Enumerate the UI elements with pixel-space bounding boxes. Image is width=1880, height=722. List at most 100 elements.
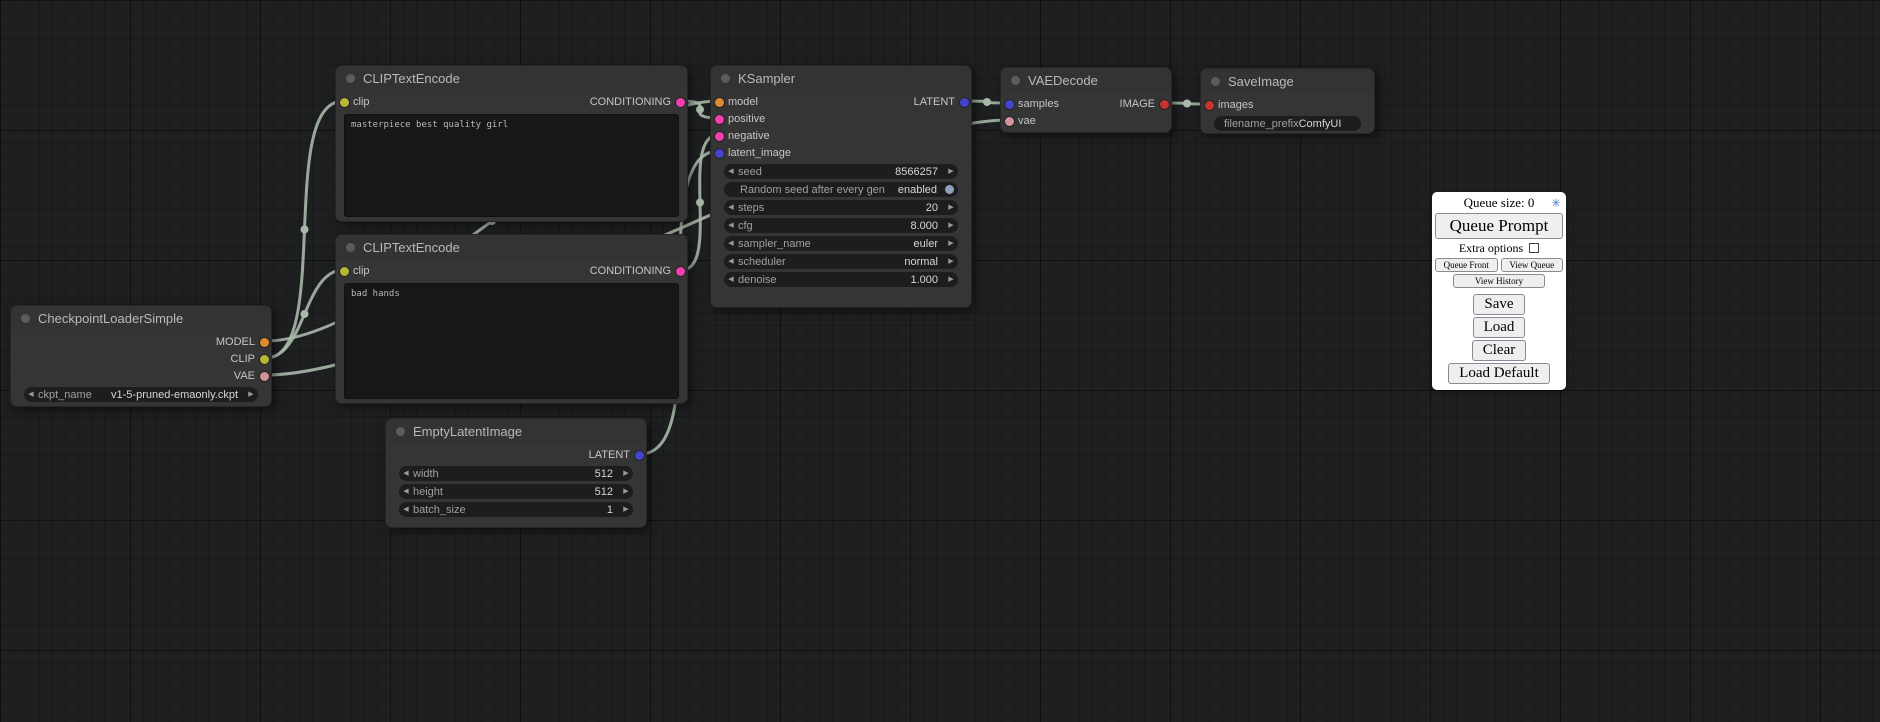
- collapse-toggle-icon[interactable]: [1211, 77, 1220, 86]
- next-value-arrow-icon[interactable]: ▶: [944, 218, 958, 233]
- link-midpoint-dot[interactable]: [983, 98, 991, 106]
- node-titlebar[interactable]: VAEDecode: [1001, 68, 1171, 92]
- node-title: EmptyLatentImage: [413, 424, 522, 439]
- image-output-dot[interactable]: [1160, 100, 1169, 109]
- toggle-indicator-dot[interactable]: [945, 185, 954, 194]
- prev-value-arrow-icon[interactable]: ◀: [24, 387, 38, 402]
- scheduler-widget[interactable]: ◀ scheduler normal ▶: [724, 254, 958, 269]
- extra-options-checkbox[interactable]: [1529, 243, 1539, 253]
- batch-size-widget[interactable]: ◀ batch_size 1 ▶: [399, 502, 633, 517]
- node-title: CLIPTextEncode: [363, 240, 460, 255]
- queue-prompt-button[interactable]: Queue Prompt: [1435, 213, 1563, 239]
- load-button[interactable]: Load: [1473, 317, 1526, 338]
- clear-button[interactable]: Clear: [1472, 340, 1526, 361]
- save-button[interactable]: Save: [1473, 294, 1524, 315]
- node-cliptextencode-negative[interactable]: CLIPTextEncode clip CONDITIONING bad han…: [335, 234, 688, 404]
- ckpt-name-widget[interactable]: ◀ ckpt_name v1-5-pruned-emaonly.ckpt ▶: [24, 387, 258, 402]
- collapse-toggle-icon[interactable]: [21, 314, 30, 323]
- widget-value: 8.000: [910, 220, 938, 232]
- node-titlebar[interactable]: CLIPTextEncode: [336, 66, 687, 90]
- filename-prefix-widget[interactable]: filename_prefix ComfyUI: [1214, 116, 1361, 131]
- prev-value-arrow-icon[interactable]: ◀: [724, 272, 738, 287]
- next-value-arrow-icon[interactable]: ▶: [619, 484, 633, 499]
- next-value-arrow-icon[interactable]: ▶: [944, 272, 958, 287]
- negative-input-dot[interactable]: [715, 132, 724, 141]
- slot-label: images: [1218, 97, 1253, 114]
- clip-input-dot[interactable]: [340, 267, 349, 276]
- width-widget[interactable]: ◀ width 512 ▶: [399, 466, 633, 481]
- conditioning-output-dot[interactable]: [676, 98, 685, 107]
- negative-prompt-textarea[interactable]: bad hands: [344, 283, 679, 399]
- collapse-toggle-icon[interactable]: [1011, 76, 1020, 85]
- height-widget[interactable]: ◀ height 512 ▶: [399, 484, 633, 499]
- latent-output-dot[interactable]: [960, 98, 969, 107]
- collapse-toggle-icon[interactable]: [721, 74, 730, 83]
- view-history-button[interactable]: View History: [1453, 274, 1545, 288]
- link-midpoint-dot[interactable]: [301, 226, 309, 234]
- node-titlebar[interactable]: SaveImage: [1201, 69, 1374, 93]
- prev-value-arrow-icon[interactable]: ◀: [399, 484, 413, 499]
- next-value-arrow-icon[interactable]: ▶: [944, 200, 958, 215]
- latent-output-dot[interactable]: [635, 451, 644, 460]
- prev-value-arrow-icon[interactable]: ◀: [724, 218, 738, 233]
- link-midpoint-dot[interactable]: [301, 310, 309, 318]
- clip-input-dot[interactable]: [340, 98, 349, 107]
- prev-value-arrow-icon[interactable]: ◀: [399, 466, 413, 481]
- node-saveimage[interactable]: SaveImage images filename_prefix ComfyUI: [1200, 68, 1375, 134]
- node-cliptextencode-positive[interactable]: CLIPTextEncode clip CONDITIONING masterp…: [335, 65, 688, 222]
- node-titlebar[interactable]: CLIPTextEncode: [336, 235, 687, 259]
- latent-image-input-dot[interactable]: [715, 149, 724, 158]
- slot-row: clip CONDITIONING: [336, 263, 687, 280]
- widget-label: cfg: [738, 220, 753, 232]
- link-midpoint-dot[interactable]: [1183, 100, 1191, 108]
- prev-value-arrow-icon[interactable]: ◀: [724, 236, 738, 251]
- next-value-arrow-icon[interactable]: ▶: [944, 236, 958, 251]
- node-ksampler[interactable]: KSampler model LATENT positive negative …: [710, 65, 972, 308]
- link-midpoint-dot[interactable]: [696, 199, 704, 207]
- node-titlebar[interactable]: EmptyLatentImage: [386, 419, 646, 443]
- clip-slot-dot[interactable]: [260, 355, 269, 364]
- prev-value-arrow-icon[interactable]: ◀: [399, 502, 413, 517]
- collapse-toggle-icon[interactable]: [396, 427, 405, 436]
- vae-slot-dot[interactable]: [260, 372, 269, 381]
- prev-value-arrow-icon[interactable]: ◀: [724, 164, 738, 179]
- random-seed-toggle-widget[interactable]: Random seed after every gen enabled: [724, 182, 958, 197]
- load-default-button[interactable]: Load Default: [1448, 363, 1550, 384]
- collapse-toggle-icon[interactable]: [346, 243, 355, 252]
- samples-input-dot[interactable]: [1005, 100, 1014, 109]
- denoise-widget[interactable]: ◀ denoise 1.000 ▶: [724, 272, 958, 287]
- node-vaedecode[interactable]: VAEDecode samples IMAGE vae: [1000, 67, 1172, 133]
- next-value-arrow-icon[interactable]: ▶: [619, 466, 633, 481]
- node-emptylatentimage[interactable]: EmptyLatentImage LATENT ◀ width 512 ▶ ◀ …: [385, 418, 647, 528]
- slot-label: samples: [1018, 96, 1059, 113]
- model-slot-dot[interactable]: [260, 338, 269, 347]
- view-queue-button[interactable]: View Queue: [1501, 258, 1564, 272]
- seed-widget[interactable]: ◀ seed 8566257 ▶: [724, 164, 958, 179]
- next-value-arrow-icon[interactable]: ▶: [619, 502, 633, 517]
- queue-front-button[interactable]: Queue Front: [1435, 258, 1498, 272]
- steps-widget[interactable]: ◀ steps 20 ▶: [724, 200, 958, 215]
- sampler-name-widget[interactable]: ◀ sampler_name euler ▶: [724, 236, 958, 251]
- node-titlebar[interactable]: KSampler: [711, 66, 971, 90]
- positive-prompt-textarea[interactable]: masterpiece best quality girl: [344, 114, 679, 217]
- next-value-arrow-icon[interactable]: ▶: [944, 254, 958, 269]
- images-input-dot[interactable]: [1205, 101, 1214, 110]
- prev-value-arrow-icon[interactable]: ◀: [724, 254, 738, 269]
- cfg-widget[interactable]: ◀ cfg 8.000 ▶: [724, 218, 958, 233]
- model-input-dot[interactable]: [715, 98, 724, 107]
- next-value-arrow-icon[interactable]: ▶: [244, 387, 258, 402]
- widget-label: Random seed after every gen: [740, 184, 885, 196]
- collapse-toggle-icon[interactable]: [346, 74, 355, 83]
- link-midpoint-dot[interactable]: [696, 106, 704, 114]
- prev-value-arrow-icon[interactable]: ◀: [724, 200, 738, 215]
- node-checkpointloadersimple[interactable]: CheckpointLoaderSimple MODEL CLIP VAE ◀ …: [10, 305, 272, 407]
- settings-gear-icon[interactable]: ✳: [1551, 195, 1561, 211]
- node-graph-canvas[interactable]: CheckpointLoaderSimple MODEL CLIP VAE ◀ …: [0, 0, 1880, 722]
- positive-input-dot[interactable]: [715, 115, 724, 124]
- next-value-arrow-icon[interactable]: ▶: [944, 164, 958, 179]
- vae-input-dot[interactable]: [1005, 117, 1014, 126]
- node-title: CheckpointLoaderSimple: [38, 311, 183, 326]
- node-titlebar[interactable]: CheckpointLoaderSimple: [11, 306, 271, 330]
- conditioning-output-dot[interactable]: [676, 267, 685, 276]
- slot-label: MODEL: [216, 334, 255, 351]
